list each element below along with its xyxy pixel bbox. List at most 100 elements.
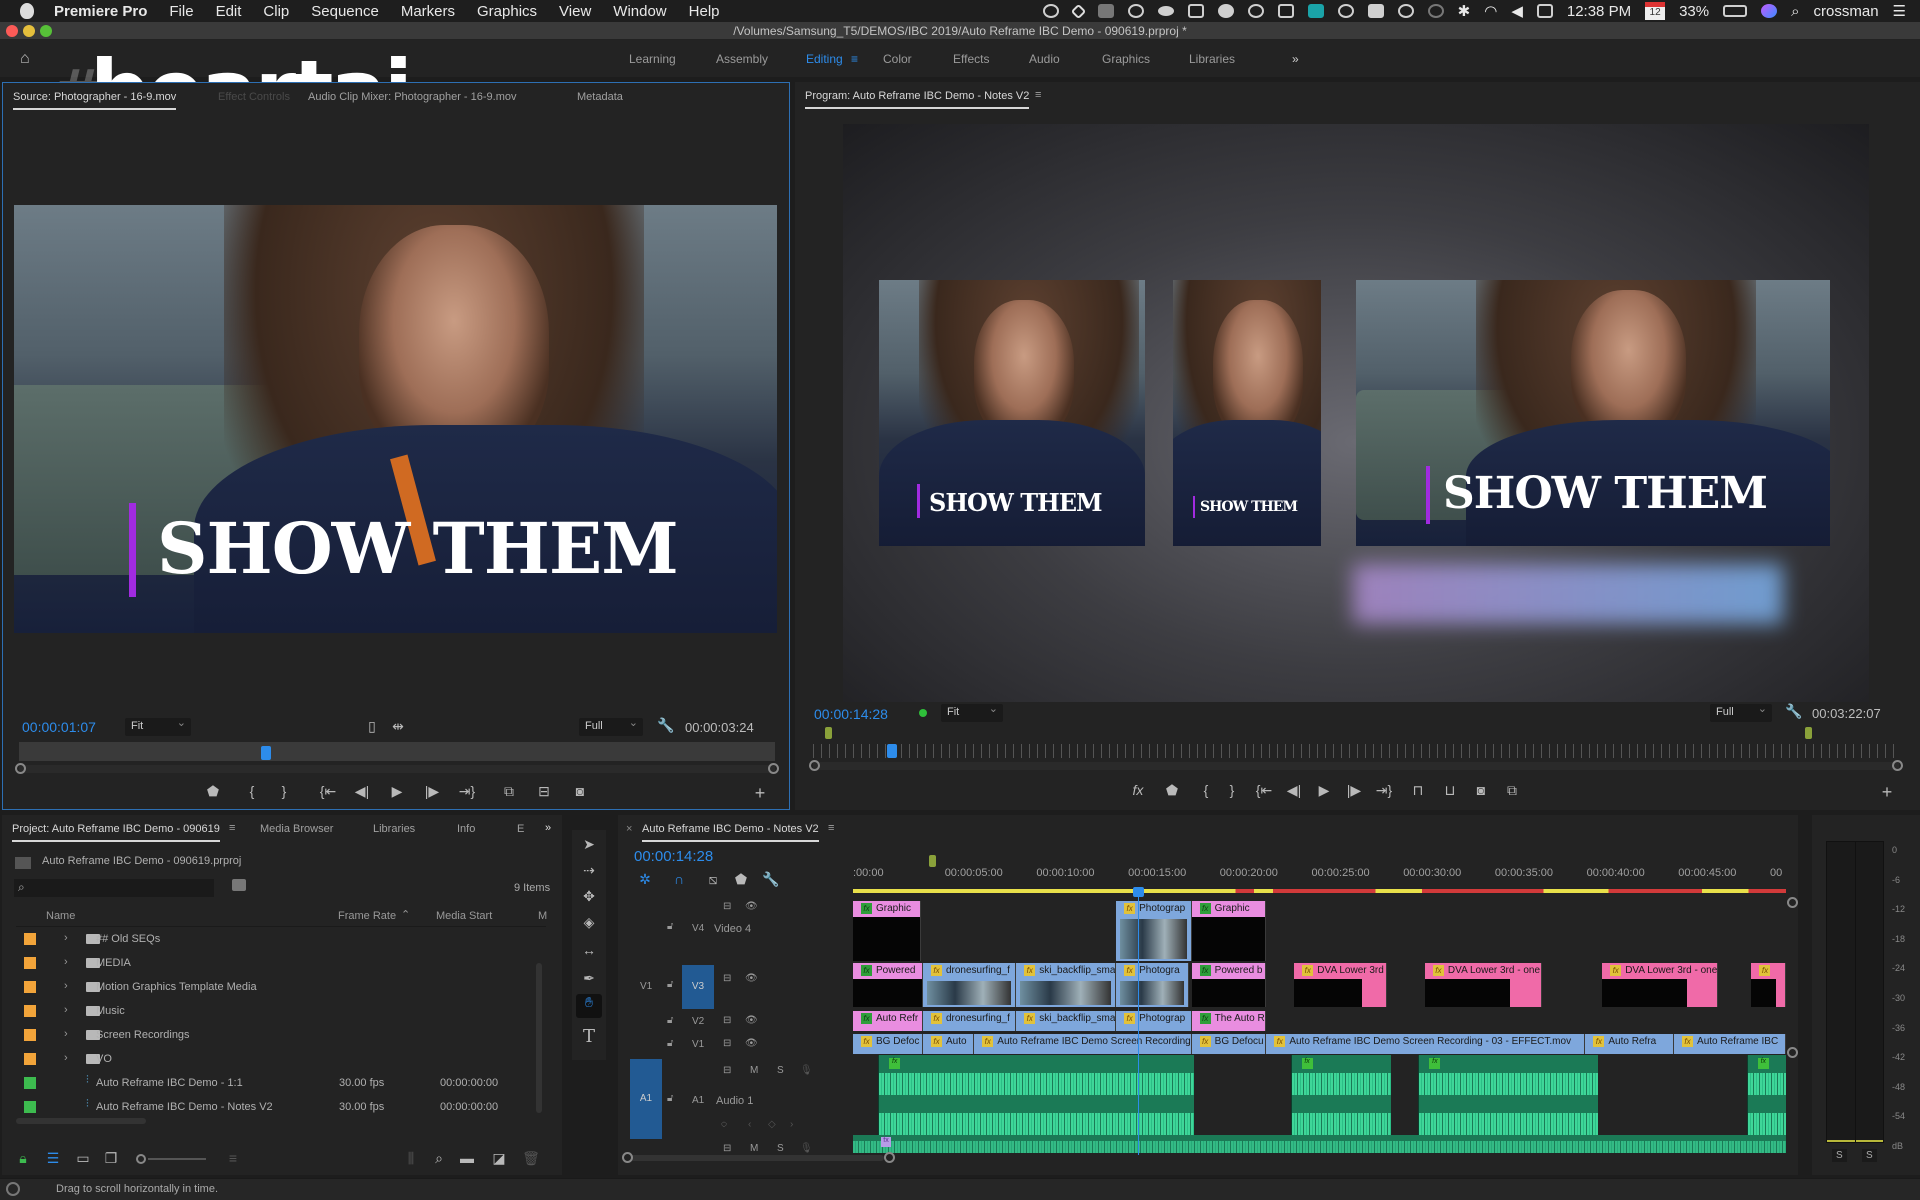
- toggle-output-icon[interactable]: 👁︎: [745, 901, 758, 912]
- tab-info[interactable]: Info: [457, 823, 475, 835]
- program-zoom-scrollbar[interactable]: [809, 760, 1903, 771]
- timeline-clip[interactable]: fx Graphic: [853, 901, 922, 961]
- lock-track-icon[interactable]: 🔓︎: [667, 1038, 673, 1049]
- label-color-swatch[interactable]: [24, 981, 36, 993]
- workspace-overflow-button[interactable]: »: [1292, 52, 1299, 66]
- audio-clip[interactable]: fx: [1290, 1055, 1392, 1139]
- keyframe-toggle-icon[interactable]: ◌: [721, 1119, 727, 1130]
- source-playhead[interactable]: [260, 746, 271, 760]
- camera-icon[interactable]: [1277, 4, 1294, 18]
- automate-to-sequence-icon[interactable]: ⫼: [402, 1150, 420, 1167]
- workspace-graphics[interactable]: Graphics: [1102, 52, 1150, 66]
- audio-clip[interactable]: fx: [878, 1055, 1195, 1139]
- toggle-sync-lock-icon[interactable]: ⊟: [723, 1065, 731, 1076]
- mute-button[interactable]: M: [750, 1143, 758, 1154]
- cloud-icon[interactable]: [1157, 6, 1174, 16]
- creative-cloud-sync-icon[interactable]: [1042, 4, 1059, 18]
- next-keyframe-icon[interactable]: ›: [790, 1119, 793, 1130]
- lock-track-icon[interactable]: 🔓︎: [667, 1093, 673, 1104]
- dropbox-icon[interactable]: [1070, 3, 1086, 19]
- voice-over-record-icon[interactable]: 🎙︎: [800, 1143, 813, 1154]
- lock-track-icon[interactable]: 🔓︎: [667, 921, 673, 932]
- menu-markers[interactable]: Markers: [401, 3, 455, 20]
- label-color-swatch[interactable]: [24, 1053, 36, 1065]
- mute-button[interactable]: M: [750, 1065, 758, 1076]
- tab-source[interactable]: Source: Photographer - 16-9.mov: [13, 91, 177, 110]
- project-menu-icon[interactable]: ≡: [229, 822, 235, 834]
- extract-button[interactable]: ⊔: [1441, 782, 1459, 799]
- expand-chevron-icon[interactable]: ›: [64, 980, 68, 992]
- program-resolution-select[interactable]: Full: [1710, 702, 1772, 722]
- label-color-swatch[interactable]: [24, 1101, 36, 1113]
- menu-graphics[interactable]: Graphics: [477, 3, 537, 20]
- workspace-editing[interactable]: Editing: [806, 52, 843, 66]
- source-patch-v1[interactable]: V1: [640, 981, 652, 992]
- timeline-clip[interactable]: fx Auto Refr: [853, 1011, 923, 1031]
- scroll-handle-right[interactable]: [884, 1152, 895, 1163]
- zoom-handle-right[interactable]: [1892, 760, 1903, 771]
- add-keyframe-icon[interactable]: ◇: [768, 1119, 776, 1130]
- project-row[interactable]: › VO: [16, 1048, 546, 1072]
- siri-icon[interactable]: [1761, 4, 1778, 18]
- project-row[interactable]: › ## Old SEQs: [16, 928, 546, 952]
- in-point-marker[interactable]: [825, 727, 832, 739]
- search-app-icon[interactable]: [1427, 4, 1444, 18]
- creative-cloud-status-icon[interactable]: [6, 1182, 20, 1196]
- zoom-handle-right[interactable]: [768, 763, 779, 774]
- timeline-clip[interactable]: fx ski_backflip_sma: [1016, 963, 1117, 1007]
- solo-button[interactable]: S: [777, 1065, 784, 1076]
- new-bin-icon[interactable]: ▬: [458, 1150, 476, 1166]
- audio-clip[interactable]: fx: [1418, 1055, 1598, 1139]
- timeline-clip[interactable]: fx BG Defoc: [853, 1034, 923, 1054]
- solo-left-button[interactable]: S: [1832, 1149, 1847, 1162]
- linked-selection-icon[interactable]: ⧅: [704, 871, 722, 888]
- timeline-h-scrollbar[interactable]: [622, 1152, 895, 1163]
- timeline-ruler[interactable]: :00:00 00:00:05:00 00:00:10:00 00:00:15:00 0…: [853, 855, 1786, 895]
- timeline-clip[interactable]: fx DVA Lower 3rd: [1294, 963, 1387, 1007]
- list-view-icon[interactable]: ☰: [44, 1150, 62, 1167]
- source-settings-icon[interactable]: 🔧: [657, 717, 675, 734]
- tab-metadata[interactable]: Metadata: [577, 91, 623, 103]
- prev-keyframe-icon[interactable]: ‹: [748, 1119, 751, 1130]
- pen-tool[interactable]: ✒: [580, 970, 598, 987]
- new-item-icon[interactable]: ◪: [490, 1150, 508, 1167]
- new-search-bin-icon[interactable]: [232, 879, 246, 891]
- timeline-clip[interactable]: fx Auto: [922, 1034, 975, 1054]
- timeline-clip[interactable]: fx Photograp: [1116, 901, 1192, 961]
- menu-edit[interactable]: Edit: [216, 3, 242, 20]
- creative-cloud-icon[interactable]: [1127, 4, 1144, 18]
- timeline-clip[interactable]: fx Graphic: [1191, 901, 1267, 961]
- fx-button[interactable]: fx: [1129, 782, 1147, 798]
- toggle-sync-lock-icon[interactable]: ⊟: [723, 1143, 731, 1154]
- timeline-clip[interactable]: fx BG Defocu: [1191, 1034, 1267, 1054]
- zoom-slider-handle[interactable]: [136, 1154, 146, 1164]
- voice-over-record-icon[interactable]: 🎙︎: [800, 1065, 813, 1076]
- comparison-view-button[interactable]: ⧉: [1503, 782, 1521, 799]
- lock-icon[interactable]: 🔒︎: [14, 1150, 32, 1167]
- spotlight-icon[interactable]: ⌕: [1791, 3, 1799, 20]
- ripple-edit-tool[interactable]: ✥: [580, 888, 598, 905]
- button-editor-button[interactable]: +: [751, 783, 769, 804]
- selection-tool[interactable]: ➤: [580, 836, 598, 853]
- timeline-clip[interactable]: fx The Auto R: [1191, 1011, 1267, 1031]
- lock-track-icon[interactable]: 🔓︎: [667, 1015, 673, 1026]
- find-icon[interactable]: ⌕: [430, 1150, 448, 1167]
- timeline-menu-icon[interactable]: ≡: [828, 822, 834, 834]
- toggle-sync-lock-icon[interactable]: ⊟: [723, 1015, 731, 1026]
- time-machine-icon[interactable]: [1397, 4, 1414, 18]
- expand-chevron-icon[interactable]: ›: [64, 1052, 68, 1064]
- expand-chevron-icon[interactable]: ›: [64, 1004, 68, 1016]
- razor-tool[interactable]: ◈: [580, 914, 598, 931]
- menu-sequence[interactable]: Sequence: [311, 3, 379, 20]
- track-target-v3[interactable]: V3: [682, 965, 714, 1009]
- toggle-output-icon[interactable]: 👁︎: [745, 973, 758, 984]
- expand-chevron-icon[interactable]: ›: [64, 1028, 68, 1040]
- tab-effect-controls[interactable]: Effect Controls: [218, 91, 290, 103]
- tab-audio-clip-mixer[interactable]: Audio Clip Mixer: Photographer - 16-9.mo…: [308, 91, 516, 103]
- menu-app-name[interactable]: Premiere Pro: [54, 3, 147, 20]
- bluetooth-app-icon[interactable]: [1187, 4, 1204, 18]
- program-title[interactable]: Program: Auto Reframe IBC Demo - Notes V…: [805, 90, 1030, 109]
- out-point-marker[interactable]: [1805, 727, 1812, 739]
- add-marker-button[interactable]: ⬟: [204, 783, 222, 800]
- calendar-widget-icon[interactable]: [1536, 4, 1553, 18]
